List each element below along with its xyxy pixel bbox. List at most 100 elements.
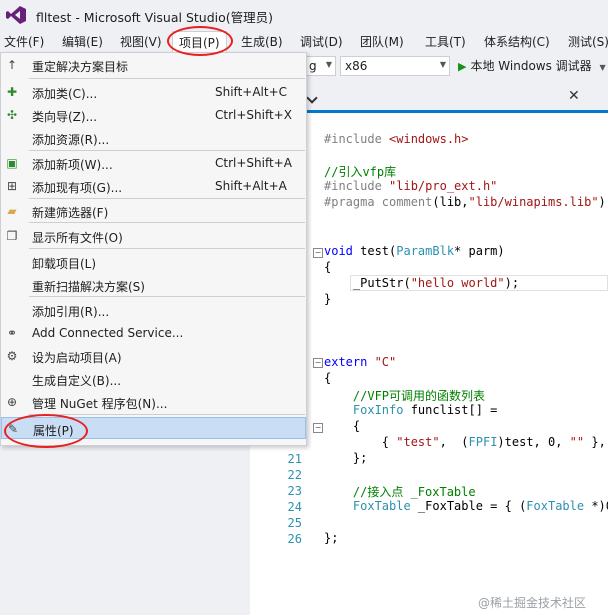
window-title: flltest - Microsoft Visual Studio(管理员) (36, 10, 274, 25)
code-token: "test" (396, 435, 440, 449)
menu-view[interactable]: 视图(V) (120, 33, 162, 50)
code-token: )test, 0, (497, 435, 570, 449)
start-debugging-button[interactable]: ▶ 本地 Windows 调试器 ▼ (458, 57, 606, 74)
menu-item-label: 类向导(Z)... (32, 110, 98, 124)
code-token: extern (324, 355, 375, 369)
code-token: #pragma comment (324, 195, 433, 209)
menu-item-label: 设为启动项目(A) (32, 351, 122, 365)
code-token: { (324, 260, 332, 274)
menu-debug[interactable]: 调试(D) (300, 33, 343, 50)
run-label: 本地 Windows 调试器 (470, 59, 592, 73)
code-token: ) (598, 195, 606, 209)
add-new-item-icon: ▣ (6, 156, 18, 170)
connected-service-icon: ⚭ (6, 326, 18, 340)
line-number: 23 (287, 484, 302, 498)
code-line: }; (324, 531, 338, 545)
code-token: FoxTable (352, 499, 411, 513)
menu-item[interactable]: ✚ 添加类(C)... Shift+Alt+C (1, 81, 306, 103)
menu-item[interactable]: ❐ 显示所有文件(O) (1, 225, 306, 247)
fold-toggle-icon[interactable]: − (313, 358, 323, 368)
menu-item[interactable]: ⚙ 设为启动项目(A) (1, 345, 306, 367)
menu-test[interactable]: 测试(S) (568, 33, 608, 50)
code-line: #pragma comment(lib,"lib/winapims.lib") (324, 195, 606, 209)
close-icon[interactable]: ✕ (568, 88, 580, 104)
code-token: "lib/pro_ext.h" (389, 179, 498, 193)
menu-edit[interactable]: 编辑(E) (62, 33, 103, 50)
menu-bar: 文件(F) 编辑(E) 视图(V) 项目(P) 生成(B) 调试(D) 团队(M… (0, 30, 608, 55)
code-line: }; (324, 451, 367, 465)
fold-toggle-icon[interactable]: − (313, 248, 323, 258)
tab-dropdown-icon[interactable] (306, 92, 318, 104)
menu-item[interactable]: ▰ 新建筛选器(F) (1, 200, 306, 222)
code-token: #include (324, 132, 390, 146)
code-token: FPFI (468, 435, 498, 449)
watermark: @稀土掘金技术社区 (478, 596, 587, 610)
new-filter-folder-icon: ▰ (7, 204, 17, 218)
code-token: //VFP可调用的函数列表 (324, 389, 486, 403)
class-wizard-icon: ✣ (6, 108, 18, 122)
line-number: 22 (287, 468, 302, 482)
code-token: funclist[] = (403, 403, 498, 417)
add-class-icon: ✚ (6, 85, 18, 99)
code-token: }; (324, 531, 339, 545)
code-token: *)0, (591, 499, 608, 513)
menu-item-label: 添加类(C)... (32, 87, 98, 101)
menu-separator (29, 248, 305, 249)
menu-item-shortcut: Ctrl+Shift+A (215, 156, 292, 170)
menu-item-label: 卸载项目(L) (32, 257, 97, 271)
menu-item-label: 重定解决方案目标 (32, 60, 129, 74)
menu-item[interactable]: 重新扫描解决方案(S) (1, 274, 306, 296)
menu-item[interactable]: ⚭ Add Connected Service... (1, 322, 306, 344)
menu-build[interactable]: 生成(B) (241, 33, 283, 50)
code-line: FoxTable _FoxTable = { (FoxTable *)0, (324, 499, 608, 513)
menu-separator (29, 414, 305, 415)
project-menu: ↑ 重定解决方案目标 ✚ 添加类(C)... Shift+Alt+C ✣ 类向导(Z)...… (0, 52, 307, 446)
code-token: (lib, (432, 195, 469, 209)
menu-architecture[interactable]: 体系结构(C) (484, 33, 550, 50)
line-number: 24 (287, 500, 302, 514)
platform-dropdown[interactable]: x86 ▼ (340, 56, 450, 76)
wrench-icon: ✎ (7, 422, 19, 436)
code-token: }, (584, 435, 606, 449)
code-line: } (324, 292, 331, 306)
menu-item-label: Add Connected Service... (32, 326, 184, 340)
code-line: _PutStr("hello world"); (324, 276, 519, 290)
menu-item-label: 添加现有项(G)... (32, 181, 123, 195)
menu-item[interactable]: 添加引用(R)... (1, 299, 306, 321)
menu-separator (29, 296, 305, 297)
code-token: "hello world" (410, 276, 505, 290)
code-token: * parm) (454, 244, 505, 258)
menu-separator (29, 78, 305, 79)
menu-tools[interactable]: 工具(T) (425, 33, 466, 50)
code-token: void (324, 244, 361, 258)
code-line: { (324, 260, 331, 274)
line-number: 25 (287, 516, 302, 530)
menu-item[interactable]: 生成自定义(B)... (1, 368, 306, 390)
menu-item-label: 添加资源(R)... (32, 133, 110, 147)
menu-item[interactable]: ▣ 添加新项(W)... Ctrl+Shift+A (1, 152, 306, 174)
menu-item[interactable]: ⊕ 管理 NuGet 程序包(N)... (1, 391, 306, 413)
menu-item[interactable]: ↑ 重定解决方案目标 (1, 54, 306, 76)
menu-item[interactable]: ✎ 属性(P) (1, 417, 306, 439)
code-line: //VFP可调用的函数列表 (324, 387, 485, 404)
fold-toggle-icon[interactable]: − (313, 423, 323, 433)
menu-item[interactable]: 卸载项目(L) (1, 251, 306, 273)
line-number: 26 (287, 532, 302, 546)
nuget-icon: ⊕ (6, 395, 18, 409)
menu-item[interactable]: 添加资源(R)... (1, 127, 306, 149)
menu-item-label: 属性(P) (33, 424, 74, 438)
chevron-down-icon: ▼ (325, 60, 332, 69)
gear-icon: ⚙ (6, 349, 18, 363)
visual-studio-logo-icon (6, 6, 26, 24)
menu-item[interactable]: ⊞ 添加现有项(G)... Shift+Alt+A (1, 175, 306, 197)
code-line: #include "lib/pro_ext.h" (324, 179, 497, 193)
code-token: { (324, 435, 397, 449)
code-token: //接入点 _FoxTable (324, 485, 476, 499)
code-token: <windows.h> (389, 132, 469, 146)
menu-file[interactable]: 文件(F) (4, 33, 44, 50)
code-token: { (324, 371, 332, 385)
code-token: ); (504, 276, 520, 290)
menu-team[interactable]: 团队(M) (360, 33, 404, 50)
menu-item[interactable]: ✣ 类向导(Z)... Ctrl+Shift+X (1, 104, 306, 126)
